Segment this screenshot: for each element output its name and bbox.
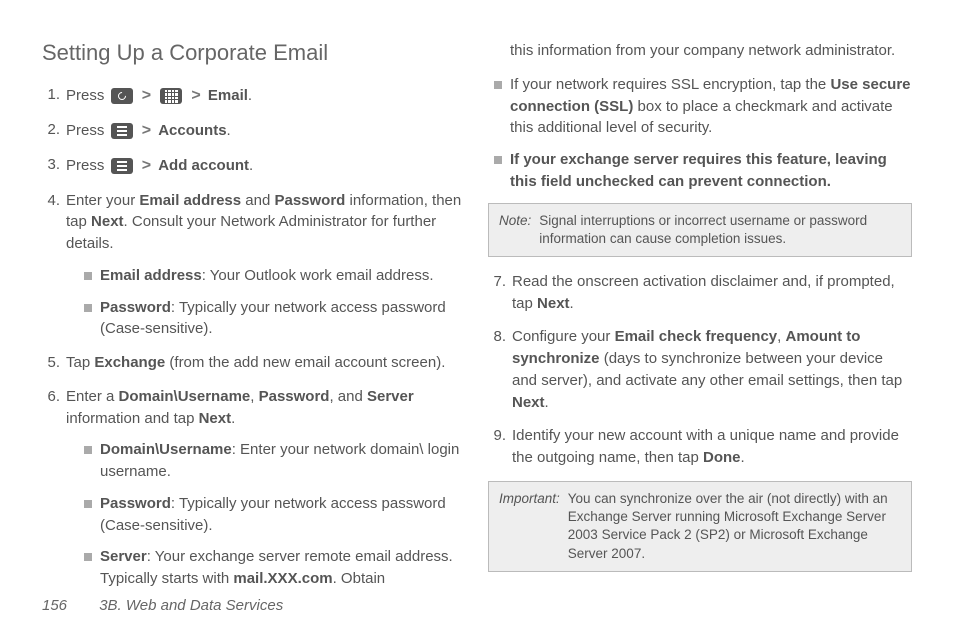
bullet-icon: [494, 156, 502, 164]
step-9: 9. Identify your new account with a uniq…: [488, 425, 912, 469]
menu-icon: [111, 158, 133, 174]
step-6-sub-1: Domain\Username: Enter your network doma…: [84, 439, 466, 483]
bullet-icon: [494, 81, 502, 89]
ssl-sub: If your network requires SSL encryption,…: [494, 74, 912, 139]
step-4-sub-2: Password: Typically your network access …: [84, 297, 466, 341]
step-4-sub-1: Email address: Your Outlook work email a…: [84, 265, 466, 287]
chevron-right-icon: >: [142, 84, 151, 107]
step-7: 7. Read the onscreen activation disclaim…: [488, 271, 912, 315]
step-3: 3. Press > Add account.: [42, 154, 466, 177]
step-2: 2. Press > Accounts.: [42, 119, 466, 142]
chevron-right-icon: >: [142, 154, 151, 177]
note-box: Note: Signal interruptions or incorrect …: [488, 203, 912, 257]
step-6-sub-3: Server: Your exchange server remote emai…: [84, 546, 466, 590]
apps-grid-icon: [160, 88, 182, 104]
page-footer: 156 3B. Web and Data Services: [42, 597, 283, 614]
left-column: Setting Up a Corporate Email 1. Press > …: [42, 40, 466, 602]
step-5: 5. Tap Exchange (from the add new email …: [42, 352, 466, 374]
step-6-sub-2: Password: Typically your network access …: [84, 493, 466, 537]
chevron-right-icon: >: [191, 84, 200, 107]
page-content: Setting Up a Corporate Email 1. Press > …: [0, 0, 954, 602]
section-heading: Setting Up a Corporate Email: [42, 40, 466, 66]
step-1: 1. Press > > Email.: [42, 84, 466, 107]
bullet-icon: [84, 272, 92, 280]
step-8: 8. Configure your Email check frequency,…: [488, 326, 912, 413]
menu-icon: [111, 123, 133, 139]
step-4: 4. Enter your Email address and Password…: [42, 190, 466, 341]
ssl-warning: If your exchange server requires this fe…: [494, 149, 912, 193]
bullet-icon: [84, 304, 92, 312]
right-column: this information from your company netwo…: [488, 40, 912, 602]
page-number: 156: [42, 597, 67, 614]
step-6: 6. Enter a Domain\Username, Password, an…: [42, 386, 466, 590]
home-icon: [111, 88, 133, 104]
bullet-icon: [84, 446, 92, 454]
section-footer-title: 3B. Web and Data Services: [99, 597, 283, 614]
step-6-continued: this information from your company netwo…: [494, 40, 912, 62]
bullet-icon: [84, 553, 92, 561]
important-box: Important: You can synchronize over the …: [488, 481, 912, 572]
chevron-right-icon: >: [142, 119, 151, 142]
bullet-icon: [84, 500, 92, 508]
